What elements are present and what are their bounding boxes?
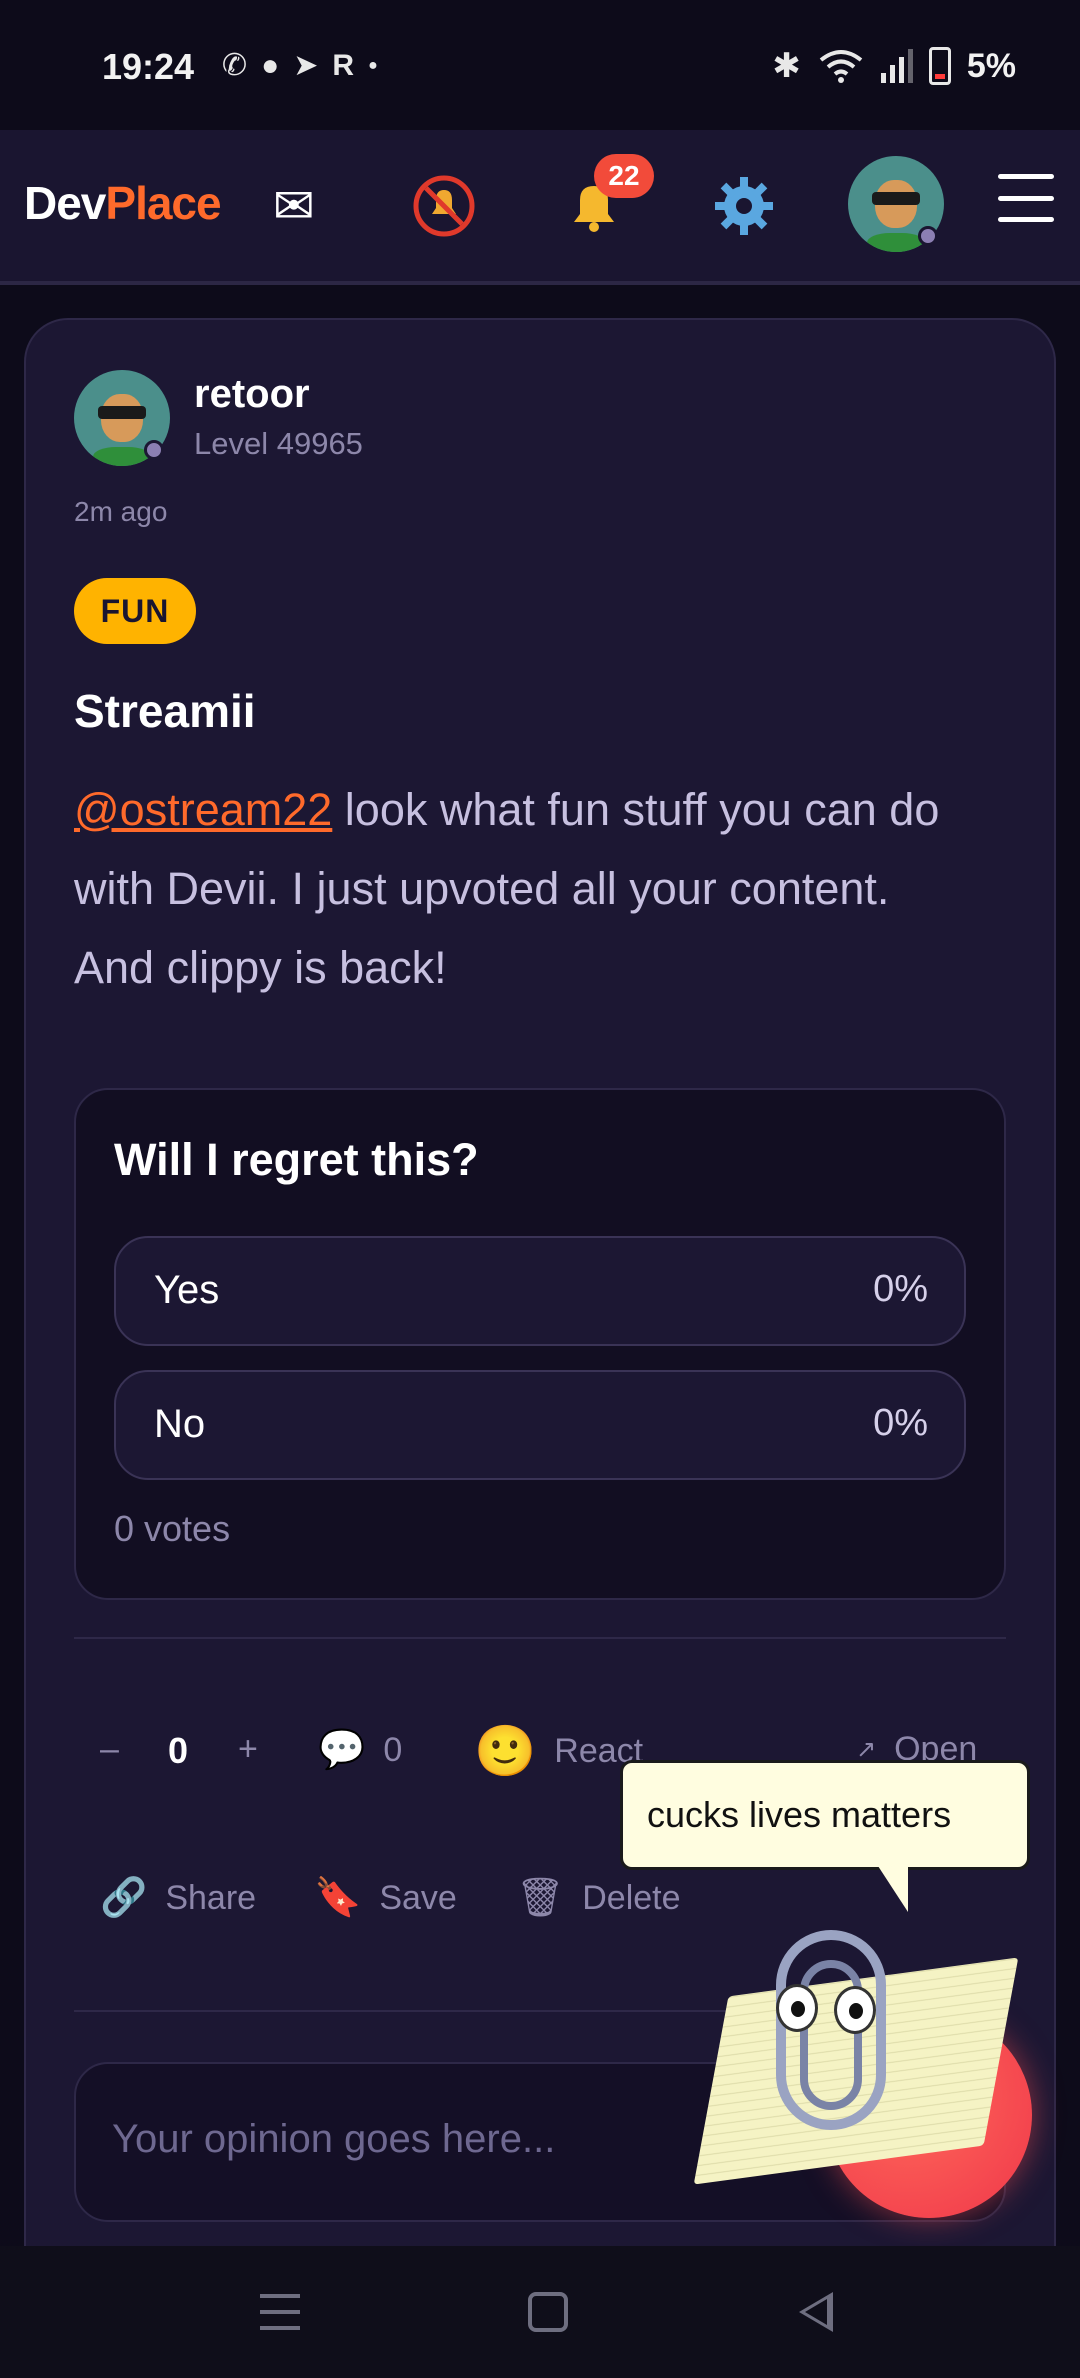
dot-icon: ● bbox=[368, 57, 378, 74]
delete-label: Delete bbox=[582, 1878, 681, 1917]
share-label: Share bbox=[165, 1878, 257, 1917]
battery-icon bbox=[928, 47, 951, 85]
post-tag[interactable]: FUN bbox=[74, 578, 196, 644]
settings-gear-icon[interactable] bbox=[708, 170, 780, 242]
speech-bubble-icon: 💬 bbox=[318, 1729, 366, 1771]
post-title: Streamii bbox=[74, 685, 256, 737]
link-icon: 🔗 bbox=[100, 1877, 148, 1919]
clippy-speech-bubble: cucks lives matters bbox=[620, 1760, 1030, 1870]
status-time: 19:24 bbox=[102, 46, 195, 87]
battery-percent: 5% bbox=[966, 46, 1016, 85]
telegram-icon: ➤ bbox=[293, 49, 319, 82]
smiley-icon: 🙂 bbox=[474, 1723, 537, 1779]
home-button[interactable] bbox=[518, 2286, 578, 2338]
trash-icon: 🗑 bbox=[516, 1877, 565, 1919]
back-triangle-icon bbox=[799, 2292, 833, 2332]
vote-score: 0 bbox=[168, 1730, 189, 1771]
poll-option-no[interactable]: No 0% bbox=[114, 1370, 966, 1480]
recent-apps-icon[interactable] bbox=[250, 2286, 310, 2338]
hamburger-menu-icon[interactable] bbox=[998, 170, 1054, 226]
status-bar: 19:24 ✆ ● ➤ R ● ✱ 5% bbox=[0, 0, 1080, 130]
poll-vote-count: 0 votes bbox=[114, 1508, 231, 1549]
post-body: @ostream22 look what fun stuff you can d… bbox=[74, 770, 974, 1007]
wifi-icon bbox=[819, 50, 863, 83]
poll-option-label: Yes bbox=[154, 1268, 220, 1312]
status-app-icons: ✆ ● ➤ R ● bbox=[222, 48, 378, 84]
save-button[interactable]: 🔖 Save bbox=[314, 1876, 457, 1920]
poll-option-percent: 0% bbox=[873, 1268, 928, 1310]
r-icon: R bbox=[332, 49, 355, 82]
poll-question: Will I regret this? bbox=[114, 1134, 479, 1185]
author-status-dot bbox=[144, 440, 164, 460]
clippy-inner-loop bbox=[800, 1960, 862, 2110]
status-right: ✱ 5% bbox=[772, 46, 1016, 86]
author-level: Level 49965 bbox=[194, 426, 363, 461]
react-button[interactable]: 🙂 React bbox=[474, 1722, 643, 1781]
comments-button[interactable]: 💬 0 bbox=[318, 1728, 402, 1772]
system-nav-bar bbox=[0, 2246, 1080, 2378]
notification-count-badge: 22 bbox=[594, 154, 654, 198]
divider bbox=[74, 1637, 1006, 1639]
signal-icon bbox=[880, 49, 913, 83]
save-label: Save bbox=[379, 1878, 457, 1917]
back-button[interactable] bbox=[786, 2286, 846, 2338]
post-author-name[interactable]: retoor bbox=[194, 372, 310, 417]
comments-count: 0 bbox=[383, 1730, 403, 1769]
mute-notifications-icon[interactable] bbox=[408, 170, 480, 242]
poll-option-label: No bbox=[154, 1402, 206, 1446]
mail-icon[interactable]: ✉ bbox=[258, 170, 330, 242]
home-square-icon bbox=[528, 2292, 568, 2332]
speech-bubble-tail bbox=[878, 1866, 908, 1912]
upvote-button[interactable]: + bbox=[238, 1730, 258, 1769]
clippy-eye-icon bbox=[834, 1986, 876, 2034]
poll-option-percent: 0% bbox=[873, 1402, 928, 1444]
whatsapp-icon: ✆ bbox=[222, 49, 248, 82]
bluetooth-icon: ✱ bbox=[772, 47, 801, 85]
clippy-eye-icon bbox=[776, 1984, 818, 2032]
app-header: DevPlace ✉ 22 bbox=[0, 130, 1080, 285]
online-status-dot bbox=[918, 226, 938, 246]
downvote-button[interactable]: – bbox=[100, 1730, 119, 1769]
post-timestamp: 2m ago bbox=[74, 496, 168, 527]
chat-icon: ● bbox=[261, 49, 280, 82]
delete-button[interactable]: 🗑 Delete bbox=[516, 1876, 681, 1920]
poll-option-yes[interactable]: Yes 0% bbox=[114, 1236, 966, 1346]
devplace-logo[interactable]: DevPlace bbox=[24, 176, 222, 230]
bookmark-icon: 🔖 bbox=[314, 1877, 362, 1919]
user-mention-link[interactable]: @ostream22 bbox=[74, 784, 332, 835]
share-button[interactable]: 🔗 Share bbox=[100, 1876, 256, 1920]
